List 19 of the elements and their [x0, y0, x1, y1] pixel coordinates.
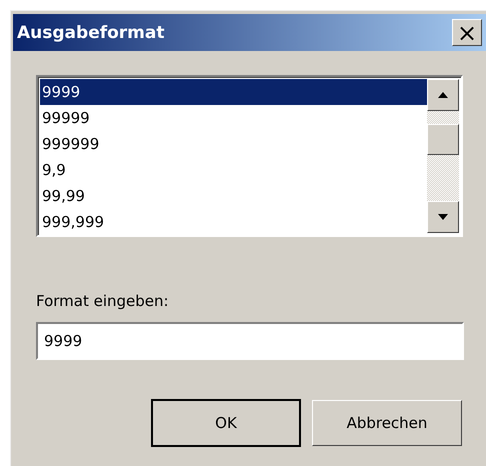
cancel-button[interactable]: Abbrechen [312, 400, 462, 446]
list-item[interactable]: 9999 [40, 79, 427, 105]
scroll-thumb[interactable] [427, 124, 459, 155]
format-list[interactable]: 9999 99999 999999 9,9 99,99 999,999 [36, 75, 463, 237]
list-item[interactable]: 9,9 [40, 157, 427, 183]
list-item[interactable]: 99,99 [40, 183, 427, 209]
ok-button[interactable]: OK [152, 400, 300, 446]
scroll-up-button[interactable] [427, 79, 459, 111]
list-item[interactable]: 99999 [40, 105, 427, 131]
list-item[interactable]: 999,999 [40, 209, 427, 235]
scroll-down-button[interactable] [427, 201, 459, 233]
format-input[interactable]: 9999 [36, 322, 464, 360]
up-arrow-icon [438, 92, 448, 98]
close-button[interactable]: × [452, 19, 482, 46]
down-arrow-icon [438, 214, 448, 220]
field-label: Format eingeben: [36, 292, 170, 312]
list-item[interactable]: 999999 [40, 131, 427, 157]
scrollbar[interactable] [427, 79, 459, 233]
window-title: Ausgabeformat [17, 22, 164, 42]
